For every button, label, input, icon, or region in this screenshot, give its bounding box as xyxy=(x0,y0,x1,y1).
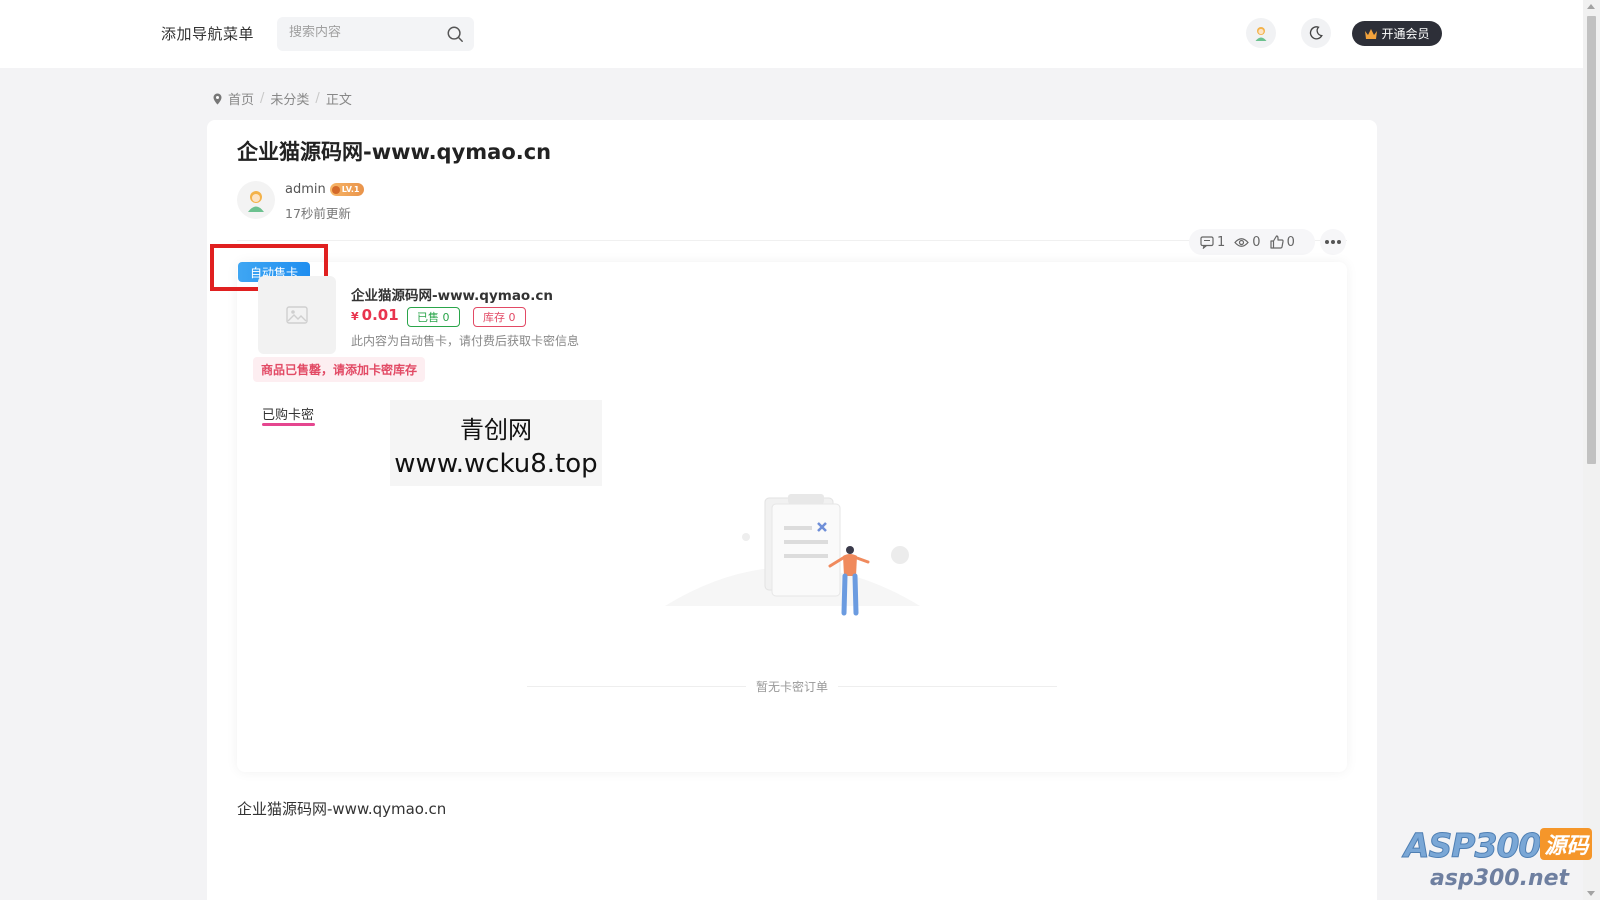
price-value: 0.01 xyxy=(361,306,399,324)
scroll-down-arrow[interactable] xyxy=(1587,891,1595,896)
empty-state-illustration xyxy=(665,494,920,616)
moon-icon xyxy=(1309,26,1323,40)
empty-state: 暂无卡密订单 xyxy=(527,678,1058,695)
page-scrollbar[interactable] xyxy=(1583,0,1600,900)
user-avatar-icon xyxy=(1255,27,1267,41)
crown-icon xyxy=(1365,28,1378,39)
view-count: 0 xyxy=(1234,234,1261,250)
comment-count-value: 1 xyxy=(1217,234,1226,250)
author-avatar[interactable] xyxy=(237,181,275,219)
product-thumbnail xyxy=(258,276,336,354)
breadcrumb-category[interactable]: 未分类 xyxy=(270,89,309,108)
brand-tag: 源码 xyxy=(1540,828,1593,860)
breadcrumb: 首页 / 未分类 / 正文 xyxy=(213,89,352,108)
author-avatar-icon xyxy=(248,191,264,212)
view-count-value: 0 xyxy=(1252,234,1261,250)
post-body-text: 企业猫源码网-www.qymao.cn xyxy=(237,800,447,818)
active-tab-indicator xyxy=(262,423,315,426)
like-count[interactable]: 0 xyxy=(1269,234,1295,250)
level-badge: LV.1 xyxy=(329,183,364,196)
scroll-up-arrow[interactable] xyxy=(1587,4,1595,9)
scroll-thumb[interactable] xyxy=(1587,16,1596,464)
eye-icon xyxy=(1234,237,1250,247)
author-line: admin LV.1 xyxy=(285,182,364,197)
vip-label: 开通会员 xyxy=(1381,27,1430,41)
product-description: 此内容为自动售卡，请付费后获取卡密信息 xyxy=(351,334,580,348)
currency-symbol: ¥ xyxy=(351,310,359,323)
level-dot-icon xyxy=(331,185,340,194)
soldout-notice: 商品已售罄，请添加卡密库存 xyxy=(253,357,426,382)
sold-count-badge: 已售 0 xyxy=(407,307,460,327)
search-input[interactable] xyxy=(289,25,429,40)
breadcrumb-home[interactable]: 首页 xyxy=(228,89,254,108)
nav-menu-link[interactable]: 添加导航菜单 xyxy=(161,23,254,44)
watermark-line2: www.wcku8.top xyxy=(394,449,598,479)
level-text: LV.1 xyxy=(341,185,360,194)
post-stats: 1 0 0 xyxy=(1189,229,1315,255)
location-pin-icon xyxy=(213,93,222,104)
meta-divider xyxy=(237,240,1347,241)
watermark-line1: 青创网 xyxy=(460,416,532,444)
like-count-value: 0 xyxy=(1286,234,1295,250)
brand-main: ASP300 xyxy=(1403,826,1541,866)
image-placeholder-icon xyxy=(286,306,308,324)
author-name[interactable]: admin xyxy=(285,182,326,197)
post-title: 企业猫源码网-www.qymao.cn xyxy=(237,140,552,164)
more-options-button[interactable] xyxy=(1320,229,1346,255)
thumbs-up-icon xyxy=(1269,235,1284,249)
search-box[interactable] xyxy=(277,17,474,51)
comment-count[interactable]: 1 xyxy=(1200,235,1225,250)
updated-time: 17秒前更新 xyxy=(285,206,351,221)
empty-line-left xyxy=(527,686,746,687)
vip-button[interactable]: 开通会员 xyxy=(1352,21,1442,46)
top-header: 添加导航菜单 开通会员 xyxy=(0,0,1584,68)
empty-line-right xyxy=(838,686,1058,687)
tab-purchased-cards[interactable]: 已购卡密 xyxy=(262,404,314,423)
empty-state-text: 暂无卡密订单 xyxy=(756,680,829,694)
brand-url: asp300.net xyxy=(1430,866,1570,891)
breadcrumb-separator: / xyxy=(260,91,265,106)
breadcrumb-current: 正文 xyxy=(325,93,352,108)
stock-count-badge: 库存 0 xyxy=(473,307,526,327)
dark-mode-button[interactable] xyxy=(1301,18,1331,48)
breadcrumb-separator: / xyxy=(315,91,320,106)
product-price: ¥0.01 xyxy=(351,306,399,324)
comment-icon xyxy=(1200,235,1214,249)
product-title: 企业猫源码网-www.qymao.cn xyxy=(351,288,553,304)
search-icon[interactable] xyxy=(446,25,464,43)
watermark-overlay: 青创网 www.wcku8.top xyxy=(390,400,602,486)
asp300-watermark-logo: ASP300 源码 asp300.net xyxy=(1403,826,1593,891)
user-avatar-button[interactable] xyxy=(1246,18,1276,48)
